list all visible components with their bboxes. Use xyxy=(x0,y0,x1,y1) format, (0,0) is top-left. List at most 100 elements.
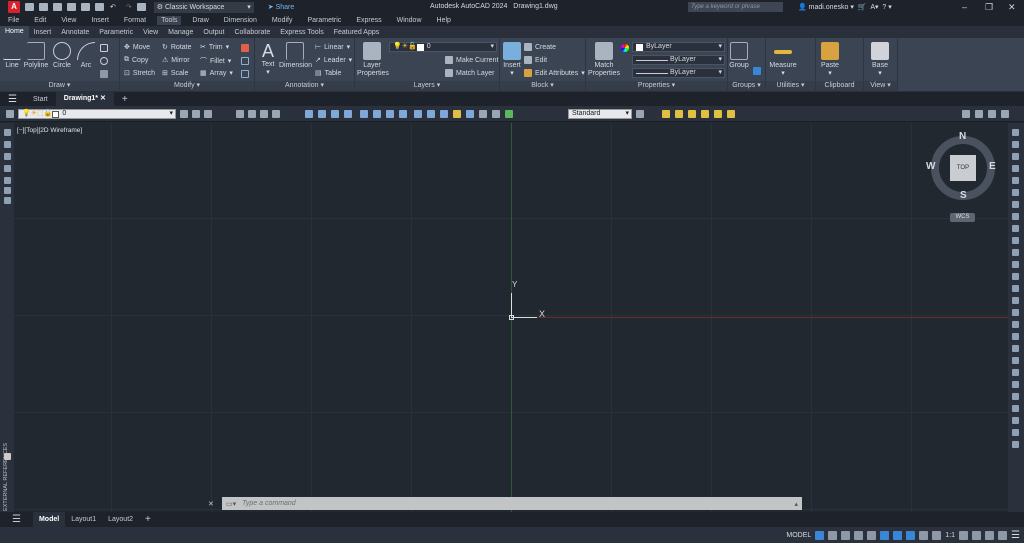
text-edit-icon[interactable] xyxy=(662,110,670,118)
layer-state-icon[interactable] xyxy=(204,110,212,118)
offset-icon[interactable] xyxy=(241,70,249,78)
dim-ordinate-icon[interactable] xyxy=(344,110,352,118)
snap-icon[interactable] xyxy=(828,530,838,540)
ellipse-icon[interactable] xyxy=(100,57,108,65)
units-icon[interactable] xyxy=(985,530,995,540)
menu-format[interactable]: Format xyxy=(124,17,146,24)
menu-insert[interactable]: Insert xyxy=(91,17,109,24)
linear-button[interactable]: ⊢ Linear ▾ xyxy=(315,43,350,52)
trim-icon[interactable] xyxy=(1012,237,1019,244)
dim-space-icon[interactable] xyxy=(453,110,461,118)
viewport-icon[interactable] xyxy=(236,110,244,118)
menu-modify[interactable]: Modify xyxy=(272,17,293,24)
dim-baseline-icon[interactable] xyxy=(427,110,435,118)
ribbon-tab-insert[interactable]: Insert xyxy=(29,29,57,36)
auto-scale-icon[interactable] xyxy=(919,530,929,540)
group-button[interactable]: Group xyxy=(729,42,749,70)
viewport-scale-icon[interactable] xyxy=(260,110,268,118)
clipboard-panel-label[interactable]: Clipboard xyxy=(816,81,863,91)
rectangle-icon[interactable] xyxy=(100,44,108,52)
annotation-visibility-icon[interactable] xyxy=(906,530,916,540)
palette-properties-icon[interactable] xyxy=(4,453,11,460)
compass-east[interactable]: E xyxy=(989,161,996,172)
explode-icon[interactable] xyxy=(241,57,249,65)
copy-icon[interactable] xyxy=(1012,345,1019,352)
ribbon-tab-annotate[interactable]: Annotate xyxy=(56,29,94,36)
search-input[interactable]: Type a keyword or phrase xyxy=(688,2,783,12)
object-snap-tracking-icon[interactable] xyxy=(880,530,890,540)
construction-line-icon[interactable] xyxy=(4,141,11,148)
dim-radius-icon[interactable] xyxy=(360,110,368,118)
line-tool-icon[interactable] xyxy=(4,129,11,136)
new-tab-button[interactable]: + xyxy=(114,94,136,105)
redo-icon[interactable]: ↷ xyxy=(126,3,132,11)
properties-panel-label[interactable]: Properties ▾ xyxy=(586,81,727,91)
polygon-icon[interactable] xyxy=(4,165,11,172)
annotation-monitor-icon[interactable] xyxy=(972,530,982,540)
dim-linear-icon[interactable] xyxy=(305,110,313,118)
break-icon[interactable] xyxy=(1012,261,1019,268)
paste-button[interactable]: Paste ▾ xyxy=(819,42,841,78)
make-current-icon[interactable] xyxy=(180,110,188,118)
layer-toolbar-dropdown[interactable]: 💡☀⬚🔓 0 ▾ xyxy=(18,109,176,119)
erase-icon[interactable] xyxy=(1012,381,1019,388)
save-icon[interactable] xyxy=(53,3,62,11)
fillet-button[interactable]: ⌒ Fillet ▾ xyxy=(200,56,231,66)
dim-override-icon[interactable] xyxy=(675,110,683,118)
edit-block-button[interactable]: Edit xyxy=(524,56,547,64)
polar-icon[interactable] xyxy=(854,530,864,540)
draworder-icon[interactable] xyxy=(1012,393,1019,400)
viewport-lock-icon[interactable] xyxy=(272,110,280,118)
viewport-clip-icon[interactable] xyxy=(248,110,256,118)
chamfer-icon[interactable] xyxy=(1012,285,1019,292)
compass-north[interactable]: N xyxy=(959,131,966,142)
annotation-panel-label[interactable]: Annotation ▾ xyxy=(255,81,354,91)
layer-previous-icon[interactable] xyxy=(192,110,200,118)
folder-icon[interactable] xyxy=(136,3,146,11)
dim-diameter-icon[interactable] xyxy=(386,110,394,118)
match-properties-button[interactable]: Match Properties xyxy=(588,42,620,78)
layers-panel-label[interactable]: Layers ▾ xyxy=(355,81,499,91)
leader-button[interactable]: ↗ Leader ▾ xyxy=(315,56,352,65)
group-icon[interactable] xyxy=(1012,405,1019,412)
customization-menu-icon[interactable]: ☰ xyxy=(1011,530,1020,541)
user-account[interactable]: 👤 madi.onesko ▾ 🛒 A▾ ? ▾ xyxy=(798,3,892,11)
new-layout-button[interactable]: + xyxy=(139,514,157,525)
ribbon-tab-featured-apps[interactable]: Featured Apps xyxy=(329,29,385,36)
ribbon-tab-home[interactable]: Home xyxy=(0,26,29,38)
menu-view[interactable]: View xyxy=(61,17,76,24)
menu-tools[interactable]: Tools xyxy=(157,15,182,25)
quick-dim-icon[interactable] xyxy=(414,110,422,118)
share-button[interactable]: ➤ Share xyxy=(268,3,295,11)
command-history-icon[interactable]: ▴ xyxy=(794,500,798,508)
dim-oblique-icon[interactable] xyxy=(688,110,696,118)
dimension-button[interactable]: Dimension xyxy=(279,42,312,70)
fillet-icon[interactable] xyxy=(1012,297,1019,304)
create-block-button[interactable]: Create xyxy=(524,43,556,51)
view-panel-label[interactable]: View ▾ xyxy=(864,81,897,91)
workspace-dropdown[interactable]: ⚙ Classic Workspace ▾ xyxy=(153,1,254,13)
text-button[interactable]: A Text ▾ xyxy=(258,41,278,77)
array-button[interactable]: ▦ Array ▾ xyxy=(200,69,233,78)
dim-text-angle-icon[interactable] xyxy=(701,110,709,118)
dim-edit-icon[interactable] xyxy=(727,110,735,118)
pan-icon[interactable] xyxy=(962,110,970,118)
ortho-icon[interactable] xyxy=(841,530,851,540)
layer-icon[interactable] xyxy=(1012,177,1019,184)
orbit-icon[interactable] xyxy=(988,110,996,118)
ribbon-tab-output[interactable]: Output xyxy=(198,29,229,36)
insert-button[interactable]: Insert ▾ xyxy=(502,42,522,78)
app-menu-button[interactable]: A xyxy=(8,1,20,13)
compass-west[interactable]: W xyxy=(926,161,935,172)
zoom-realtime-icon[interactable] xyxy=(975,110,983,118)
fullscreen-icon[interactable] xyxy=(998,530,1008,540)
offset-icon[interactable] xyxy=(1012,333,1019,340)
command-input[interactable]: Type a command xyxy=(242,500,296,507)
grid-icon[interactable] xyxy=(815,530,825,540)
close-command-icon[interactable]: ✕ xyxy=(208,500,214,508)
utilities-panel-label[interactable]: Utilities ▾ xyxy=(766,81,815,91)
measure-button[interactable]: Measure ▾ xyxy=(768,42,798,78)
dimstyle-dropdown[interactable]: Standard ▾ xyxy=(568,109,632,119)
dim-reassociate-icon[interactable] xyxy=(714,110,722,118)
scale-button[interactable]: ⊞ Scale xyxy=(162,69,188,78)
